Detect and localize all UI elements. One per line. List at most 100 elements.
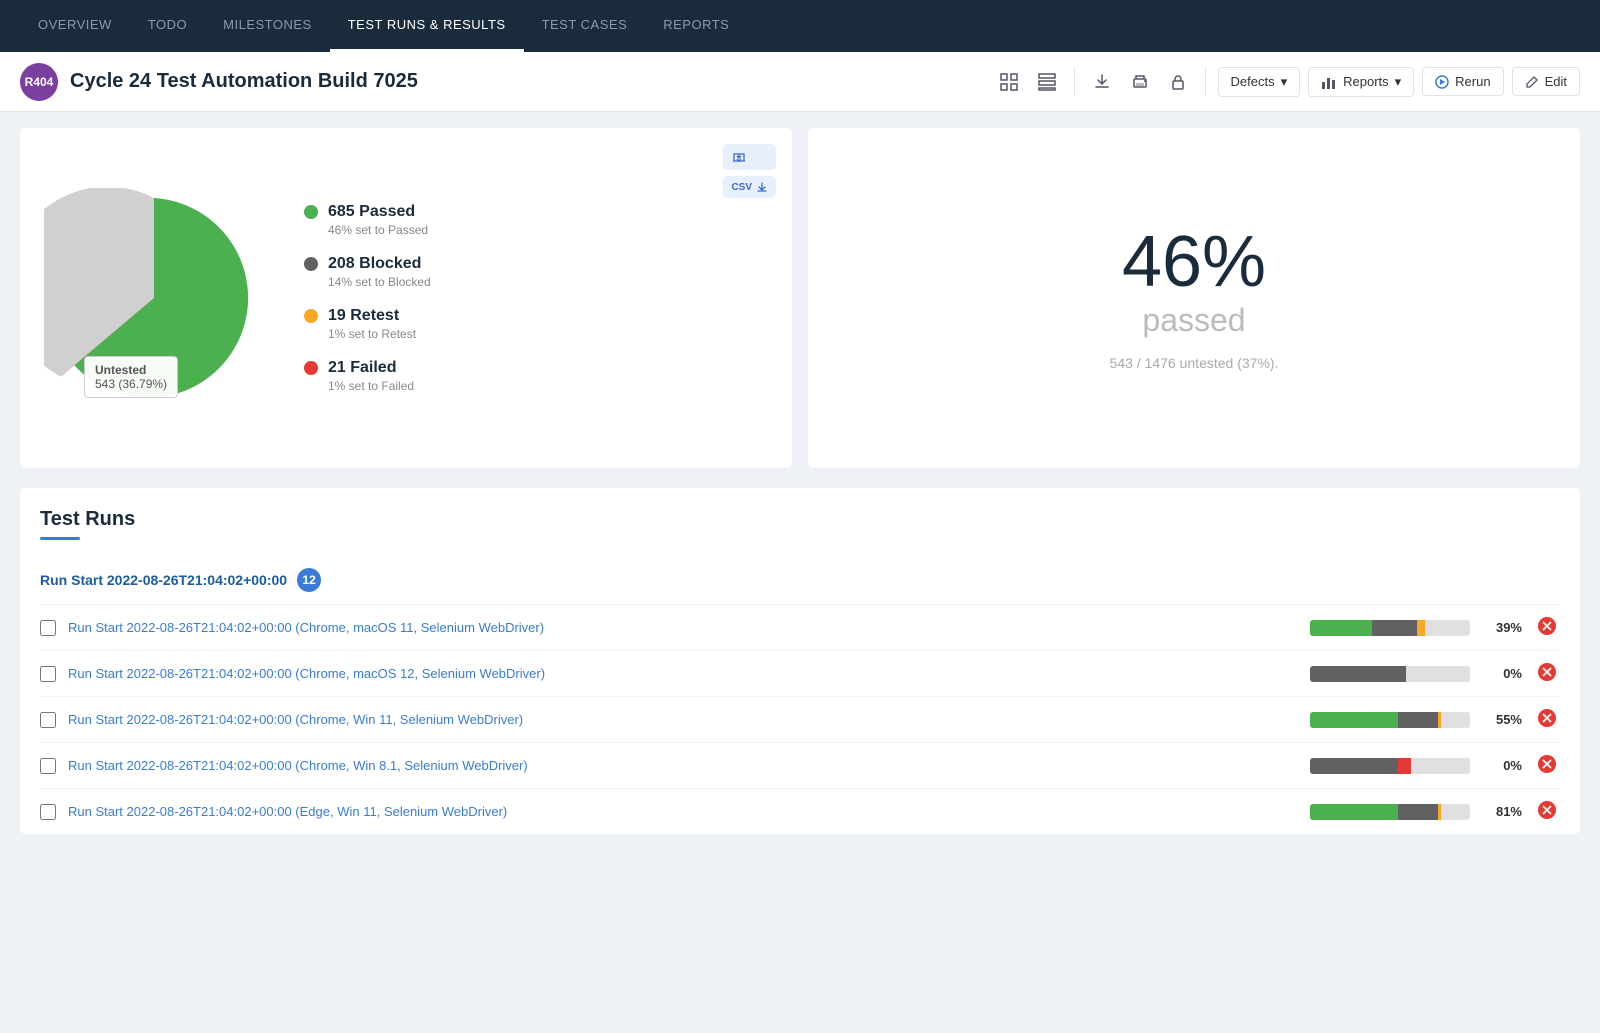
print-btn[interactable] xyxy=(1125,68,1155,96)
defects-label: Defects xyxy=(1231,74,1275,89)
run-checkbox[interactable] xyxy=(40,712,56,728)
reports-dropdown[interactable]: Reports ▾ xyxy=(1308,67,1414,97)
run-delete-button[interactable] xyxy=(1534,709,1560,730)
header-bar: R404 Cycle 24 Test Automation Build 7025 xyxy=(0,52,1600,112)
progress-bar xyxy=(1310,804,1470,820)
run-label[interactable]: Run Start 2022-08-26T21:04:02+00:00 (Edg… xyxy=(68,804,1298,819)
legend-label: 19 Retest 1% set to Retest xyxy=(328,307,416,341)
run-group-label[interactable]: Run Start 2022-08-26T21:04:02+00:00 xyxy=(40,572,287,588)
edit-icon xyxy=(1525,75,1539,89)
page-title: Cycle 24 Test Automation Build 7025 xyxy=(70,70,982,93)
edit-button[interactable]: Edit xyxy=(1512,67,1580,96)
run-label[interactable]: Run Start 2022-08-26T21:04:02+00:00 (Chr… xyxy=(68,758,1298,773)
delete-icon xyxy=(1538,755,1556,773)
print-icon xyxy=(1131,73,1149,91)
run-badge: R404 xyxy=(20,63,58,101)
progress-segment xyxy=(1310,804,1398,820)
legend-sub: 1% set to Failed xyxy=(328,379,414,393)
run-label[interactable]: Run Start 2022-08-26T21:04:02+00:00 (Chr… xyxy=(68,620,1298,635)
legend-item: 19 Retest 1% set to Retest xyxy=(304,307,431,341)
chart-card: Untested 543 (36.79%) 685 Passed 46% set… xyxy=(20,128,792,468)
run-checkbox[interactable] xyxy=(40,804,56,820)
defects-dropdown[interactable]: Defects ▾ xyxy=(1218,67,1301,97)
delete-icon xyxy=(1538,801,1556,819)
separator2 xyxy=(1205,68,1206,96)
legend-item: 21 Failed 1% set to Failed xyxy=(304,359,431,393)
defects-chevron-icon: ▾ xyxy=(1281,74,1288,90)
lock-icon xyxy=(1169,73,1187,91)
run-count-badge: 12 xyxy=(297,568,321,592)
nav-item-overview[interactable]: OVERVIEW xyxy=(20,0,130,52)
run-percent: 55% xyxy=(1482,712,1522,727)
legend-dot xyxy=(304,309,318,323)
run-delete-button[interactable] xyxy=(1534,755,1560,776)
pie-chart: Untested 543 (36.79%) xyxy=(44,188,264,408)
rerun-label: Rerun xyxy=(1455,74,1490,89)
lock-btn[interactable] xyxy=(1163,68,1193,96)
run-checkbox[interactable] xyxy=(40,620,56,636)
legend-item: 208 Blocked 14% set to Blocked xyxy=(304,255,431,289)
run-delete-button[interactable] xyxy=(1534,617,1560,638)
section-title: Test Runs xyxy=(40,508,1560,531)
run-percent: 81% xyxy=(1482,804,1522,819)
table-row: Run Start 2022-08-26T21:04:02+00:00 (Chr… xyxy=(40,651,1560,697)
pass-label: passed xyxy=(1142,302,1245,339)
csv-download-icon xyxy=(756,181,768,193)
grid-view-btn[interactable] xyxy=(994,68,1024,96)
legend-count: 19 Retest xyxy=(328,307,416,325)
progress-segment xyxy=(1411,758,1470,774)
progress-segment xyxy=(1310,712,1398,728)
bar-chart-icon xyxy=(1321,74,1337,90)
legend-count: 208 Blocked xyxy=(328,255,431,273)
legend-label: 208 Blocked 14% set to Blocked xyxy=(328,255,431,289)
run-delete-button[interactable] xyxy=(1534,663,1560,684)
nav-item-todo[interactable]: TODO xyxy=(130,0,205,52)
nav-item-reports[interactable]: REPORTS xyxy=(645,0,747,52)
run-percent: 0% xyxy=(1482,758,1522,773)
legend-count: 21 Failed xyxy=(328,359,414,377)
run-checkbox[interactable] xyxy=(40,666,56,682)
main-content: Untested 543 (36.79%) 685 Passed 46% set… xyxy=(0,112,1600,1033)
export-icon xyxy=(1093,73,1111,91)
legend-dot xyxy=(304,361,318,375)
edit-label: Edit xyxy=(1545,74,1567,89)
progress-bar xyxy=(1310,666,1470,682)
run-delete-button[interactable] xyxy=(1534,801,1560,822)
section-underline xyxy=(40,537,80,540)
nav-item-test-cases[interactable]: TEST CASES xyxy=(524,0,646,52)
progress-bar xyxy=(1310,712,1470,728)
legend-dot xyxy=(304,205,318,219)
legend-sub: 46% set to Passed xyxy=(328,223,428,237)
run-rows-container: Run Start 2022-08-26T21:04:02+00:00 (Chr… xyxy=(40,605,1560,834)
nav-item-milestones[interactable]: MILESTONES xyxy=(205,0,330,52)
nav-item-test-runs---results[interactable]: TEST RUNS & RESULTS xyxy=(330,0,524,52)
list-view-btn[interactable] xyxy=(1032,68,1062,96)
pie-svg xyxy=(44,188,264,408)
image-download-icon xyxy=(731,149,747,165)
progress-segment xyxy=(1425,620,1470,636)
progress-bar xyxy=(1310,758,1470,774)
separator xyxy=(1074,68,1075,96)
progress-segment xyxy=(1398,712,1438,728)
run-label[interactable]: Run Start 2022-08-26T21:04:02+00:00 (Chr… xyxy=(68,666,1298,681)
run-label[interactable]: Run Start 2022-08-26T21:04:02+00:00 (Chr… xyxy=(68,712,1298,727)
header-actions: Defects ▾ Reports ▾ Rerun Edit xyxy=(994,67,1581,97)
table-row: Run Start 2022-08-26T21:04:02+00:00 (Chr… xyxy=(40,743,1560,789)
export-btn[interactable] xyxy=(1087,68,1117,96)
progress-segment xyxy=(1398,804,1438,820)
table-row: Run Start 2022-08-26T21:04:02+00:00 (Chr… xyxy=(40,605,1560,651)
progress-bar xyxy=(1310,620,1470,636)
legend-dot xyxy=(304,257,318,271)
delete-icon xyxy=(1538,709,1556,727)
grid-icon xyxy=(1000,73,1018,91)
rerun-button[interactable]: Rerun xyxy=(1422,67,1503,96)
download-img-btn[interactable] xyxy=(723,144,776,170)
chart-actions: CSV xyxy=(723,144,776,198)
download-csv-btn[interactable]: CSV xyxy=(723,176,776,198)
reports-chevron-icon: ▾ xyxy=(1395,74,1402,90)
progress-segment xyxy=(1441,804,1470,820)
delete-icon xyxy=(1538,617,1556,635)
legend-label: 21 Failed 1% set to Failed xyxy=(328,359,414,393)
legend: 685 Passed 46% set to Passed 208 Blocked… xyxy=(304,203,431,393)
run-checkbox[interactable] xyxy=(40,758,56,774)
